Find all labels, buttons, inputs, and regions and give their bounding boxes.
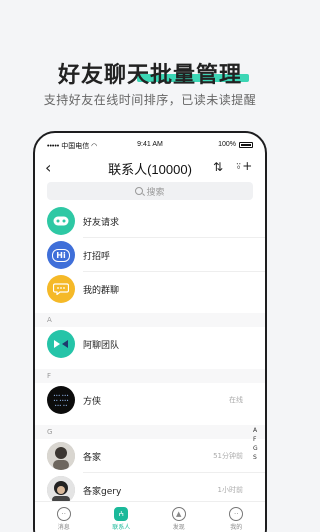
list-item-say-hi[interactable]: Hi 打招呼: [35, 238, 265, 272]
tab-label: 我的: [230, 523, 243, 531]
list-item-friend-request[interactable]: 好友请求: [35, 204, 265, 238]
avatar: [47, 476, 75, 504]
contact-row[interactable]: 阿聊团队: [35, 327, 265, 361]
promo-headline: 好友聊天批量管理: [57, 63, 242, 88]
message-icon: ··: [56, 506, 71, 521]
search-icon: [135, 187, 144, 195]
contact-name: 各家gery: [83, 486, 122, 497]
section-header-g: G: [35, 425, 265, 439]
list-item-group-chats[interactable]: 我的群聊: [35, 272, 265, 306]
index-letter[interactable]: F: [253, 436, 258, 443]
contact-status: 1小时前: [217, 486, 243, 494]
contact-status: 在线: [229, 396, 243, 404]
rocket-icon: ▲: [171, 506, 186, 521]
battery-percent: 100%: [218, 141, 236, 148]
nav-bar: ‹ 联系人(10000) ⇅ ⍤+: [35, 155, 265, 181]
search-placeholder: 搜索: [146, 187, 165, 198]
contact-status: 51分钟前: [213, 452, 243, 460]
promo-banner: 好友聊天批量管理 支持好友在线时间排序，已读未读提醒: [0, 0, 300, 128]
section-header-f: F: [35, 369, 265, 383]
section-header-a: A: [35, 313, 265, 327]
add-user-icon[interactable]: ⍤+: [235, 159, 252, 174]
promo-subheadline: 支持好友在线时间排序，已读未读提醒: [43, 93, 257, 107]
tab-bar: ·· 消息 ⵄ 联系人 ▲ 发现 ·· 我的: [35, 501, 265, 532]
hi-icon: Hi: [47, 241, 75, 269]
contact-row[interactable]: ••• ••• •• •••• ••• •• 方侠 在线: [35, 383, 265, 417]
status-bar: ••••• 中国电信 ◠ 9:41 AM 100%: [35, 133, 265, 155]
index-letter[interactable]: S: [253, 454, 258, 461]
group-chat-icon: [47, 275, 75, 303]
list-item-label: 打招呼: [83, 251, 111, 262]
phone-mockup: ••••• 中国电信 ◠ 9:41 AM 100% ‹ 联系人(10000) ⇅…: [33, 131, 267, 532]
contact-name: 各家: [83, 452, 102, 463]
tab-label: 发现: [172, 523, 185, 531]
battery-status: 100%: [218, 141, 253, 148]
profile-icon: ··: [229, 506, 244, 521]
tab-me[interactable]: ·· 我的: [208, 502, 266, 532]
friend-request-icon: [47, 207, 75, 235]
contact-name: 阿聊团队: [83, 340, 120, 351]
contact-row[interactable]: 各家 51分钟前: [35, 439, 265, 473]
avatar: ••• ••• •• •••• ••• ••: [47, 386, 75, 414]
tab-messages[interactable]: ·· 消息: [35, 502, 93, 532]
index-letter[interactable]: A: [253, 427, 258, 434]
tab-label: 消息: [57, 523, 70, 531]
contact-name: 方侠: [83, 396, 102, 407]
tab-discover[interactable]: ▲ 发现: [150, 502, 208, 532]
team-logo-icon: [47, 330, 75, 358]
avatar: [47, 442, 75, 470]
alphabet-index[interactable]: A F G S: [253, 427, 258, 461]
tab-contacts[interactable]: ⵄ 联系人: [93, 502, 151, 532]
page-title: 联系人(10000): [108, 162, 192, 177]
sort-icon[interactable]: ⇅: [213, 160, 223, 174]
tab-label: 联系人: [112, 523, 131, 531]
list-item-label: 我的群聊: [83, 285, 120, 296]
battery-icon: [239, 141, 253, 148]
contacts-icon: ⵄ: [114, 506, 129, 521]
list-item-label: 好友请求: [83, 217, 120, 228]
index-letter[interactable]: G: [253, 445, 258, 452]
hi-badge: Hi: [52, 248, 70, 262]
search-input[interactable]: 搜索: [47, 182, 253, 200]
